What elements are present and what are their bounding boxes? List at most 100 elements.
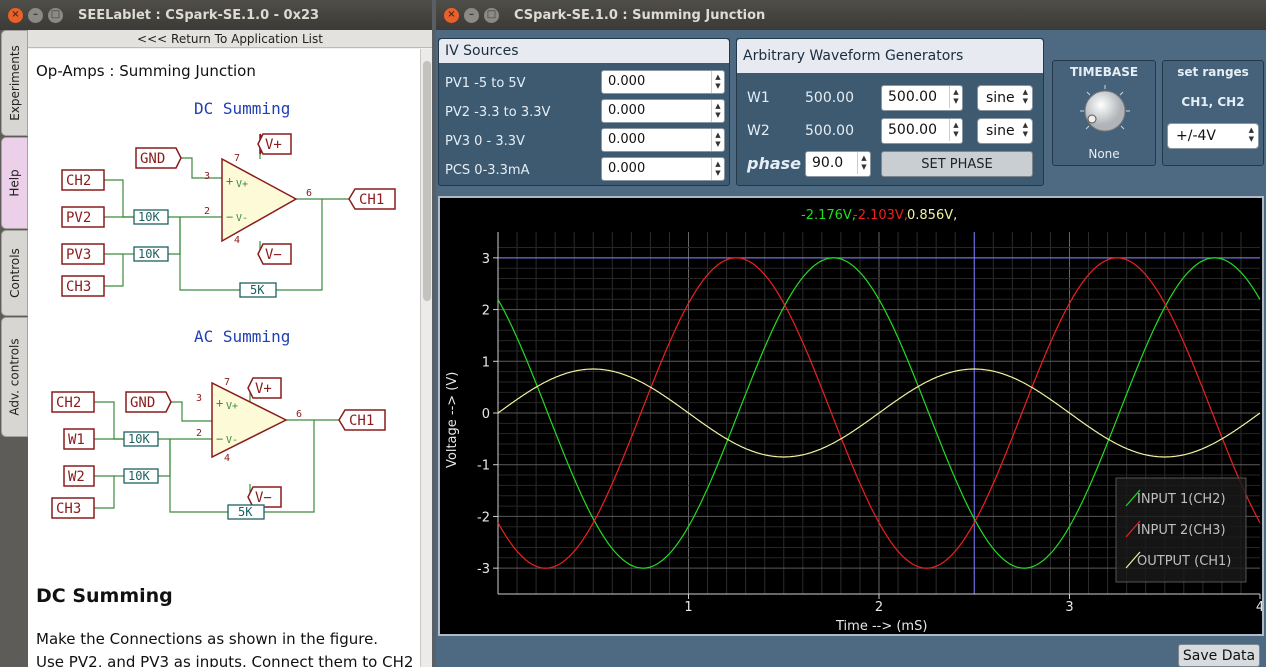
pcs-label: PCS 0-3.3mA (445, 162, 530, 178)
spinner-arrows-icon[interactable]: ▲ ▼ (711, 129, 724, 151)
readout-ch1: 0.856V, (907, 208, 957, 223)
readout-ch2: -2.176V, (801, 208, 856, 223)
chevron-updown-icon: ▲ ▼ (1022, 88, 1028, 105)
svg-text:4: 4 (234, 235, 240, 246)
plot-canvas[interactable]: 3 2 1 0 -1 -2 -3 1 2 3 4 -2.176V, -2.103V, 0.856V,… (440, 198, 1264, 634)
svg-text:CH1: CH1 (359, 192, 384, 208)
help-paragraph: Make the Connections as shown in the fig… (36, 630, 379, 648)
timebase-knob[interactable] (1077, 83, 1133, 139)
svg-text:V-: V- (226, 435, 238, 446)
pv2-input[interactable]: 0.000 ▲ ▼ (601, 99, 725, 123)
svg-text:W2: W2 (68, 469, 85, 485)
timebase-panel: TIMEBASE None (1052, 60, 1156, 166)
svg-text:V+: V+ (226, 401, 238, 412)
timebase-value: None (1088, 147, 1120, 161)
ranges-channels: CH1, CH2 (1181, 95, 1245, 109)
awg-panel: Arbitrary Waveform Generators W1 500.00 … (736, 38, 1044, 186)
tab-adv-controls[interactable]: Adv. controls (1, 317, 28, 437)
svg-text:5K: 5K (238, 505, 253, 519)
x-axis-label: Time --> (mS) (835, 619, 927, 634)
cspark-window: × – □ CSpark-SE.1.0 : Summing Junction I… (436, 0, 1266, 667)
svg-text:3: 3 (196, 393, 202, 404)
svg-text:GND: GND (140, 151, 165, 167)
close-icon[interactable]: × (444, 7, 459, 23)
legend-entry: INPUT 2(CH3) (1137, 523, 1226, 538)
svg-text:2: 2 (204, 206, 210, 217)
y-tick-label: -2 (477, 510, 490, 525)
minimize-icon[interactable]: – (464, 7, 479, 23)
x-tick-label: 2 (875, 600, 883, 615)
pcs-input[interactable]: 0.000 ▲ ▼ (601, 157, 725, 181)
close-icon[interactable]: × (8, 7, 23, 23)
chevron-updown-icon: ▲ ▼ (1248, 126, 1254, 143)
side-tabs: Experiments Help Controls Adv. controls (0, 30, 28, 667)
spinner-arrows-icon[interactable]: ▲ ▼ (711, 71, 724, 93)
help-content: Op-Amps : Summing Junction DC Summing 3 … (28, 49, 420, 667)
svg-text:CH1: CH1 (349, 413, 374, 429)
spinner-arrows-icon[interactable]: ▲ ▼ (711, 100, 724, 122)
w2-shape-select[interactable]: sine ▲ ▼ (977, 118, 1033, 144)
y-tick-label: 0 (482, 407, 490, 422)
svg-text:10K: 10K (128, 469, 150, 483)
minimize-icon[interactable]: – (28, 7, 43, 23)
pv3-input[interactable]: 0.000 ▲ ▼ (601, 128, 725, 152)
svg-text:CH3: CH3 (56, 501, 81, 517)
svg-text:−: − (226, 210, 233, 224)
awg-title: Arbitrary Waveform Generators (737, 39, 1043, 73)
svg-text:PV2: PV2 (66, 210, 91, 226)
pv2-label: PV2 -3.3 to 3.3V (445, 104, 551, 120)
w1-shape-select[interactable]: sine ▲ ▼ (977, 85, 1033, 111)
w1-frequency-input[interactable]: 500.00 ▲ ▼ (881, 85, 963, 111)
phase-input[interactable]: 90.0 ▲ ▼ (805, 151, 871, 177)
svg-text:V−: V− (265, 247, 282, 263)
w2-label: W2 (747, 123, 770, 139)
maximize-icon[interactable]: □ (48, 7, 63, 23)
y-axis-label: Voltage --> (V) (445, 372, 460, 468)
svg-text:V-: V- (236, 213, 248, 224)
oscilloscope-plot[interactable]: 3 2 1 0 -1 -2 -3 1 2 3 4 -2.176V, -2.103V, 0.856V,… (438, 196, 1264, 636)
phase-label: phase (747, 154, 802, 173)
spinner-arrows-icon[interactable]: ▲ ▼ (711, 158, 724, 180)
pv1-input[interactable]: 0.000 ▲ ▼ (601, 70, 725, 94)
tab-help[interactable]: Help (1, 137, 28, 229)
spinner-arrows-icon[interactable]: ▲ ▼ (949, 86, 962, 108)
svg-text:−: − (216, 432, 223, 446)
dc-opamp-symbol (221, 157, 298, 243)
svg-text:PV3: PV3 (66, 247, 91, 263)
chevron-updown-icon: ▲ ▼ (1022, 121, 1028, 138)
help-scrollbar[interactable] (420, 49, 432, 667)
right-titlebar: × – □ CSpark-SE.1.0 : Summing Junction (436, 0, 1266, 30)
maximize-icon[interactable]: □ (484, 7, 499, 23)
spinner-arrows-icon[interactable]: ▲ ▼ (949, 119, 962, 141)
dc-summing-heading: DC Summing (36, 585, 173, 607)
svg-text:10K: 10K (128, 432, 150, 446)
set-phase-button[interactable]: SET PHASE (881, 151, 1033, 177)
tab-experiments[interactable]: Experiments (1, 30, 28, 136)
x-tick-label: 1 (684, 600, 692, 615)
plot-legend: INPUT 1(CH2) INPUT 2(CH3) OUTPUT (CH1) (1115, 477, 1247, 583)
pv3-label: PV3 0 - 3.3V (445, 133, 525, 149)
svg-text:CH2: CH2 (66, 173, 91, 189)
w2-frequency-input[interactable]: 500.00 ▲ ▼ (881, 118, 963, 144)
w1-readout: 500.00 (805, 90, 854, 106)
svg-text:7: 7 (224, 377, 230, 388)
ranges-title: set ranges (1177, 65, 1249, 79)
svg-text:GND: GND (130, 395, 155, 411)
save-data-button[interactable]: Save Data (1178, 644, 1260, 667)
range-select[interactable]: +/-4V ▲ ▼ (1167, 123, 1259, 149)
return-to-app-list-button[interactable]: <<< Return To Application List (28, 30, 432, 48)
svg-text:CH2: CH2 (56, 395, 81, 411)
scrollbar-thumb[interactable] (423, 61, 431, 301)
iv-sources-title: IV Sources (439, 39, 729, 63)
svg-text:2: 2 (196, 428, 202, 439)
tab-controls[interactable]: Controls (1, 230, 28, 316)
y-tick-label: 3 (482, 252, 490, 267)
readout-ch3: -2.103V, (853, 208, 908, 223)
timebase-title: TIMEBASE (1069, 65, 1139, 79)
legend-entry: INPUT 1(CH2) (1137, 492, 1226, 507)
x-tick-label: 4 (1256, 600, 1262, 615)
svg-text:4: 4 (224, 453, 230, 464)
spinner-arrows-icon[interactable]: ▲ ▼ (857, 152, 870, 174)
x-tick-label: 3 (1065, 600, 1073, 615)
svg-text:+: + (226, 174, 233, 188)
